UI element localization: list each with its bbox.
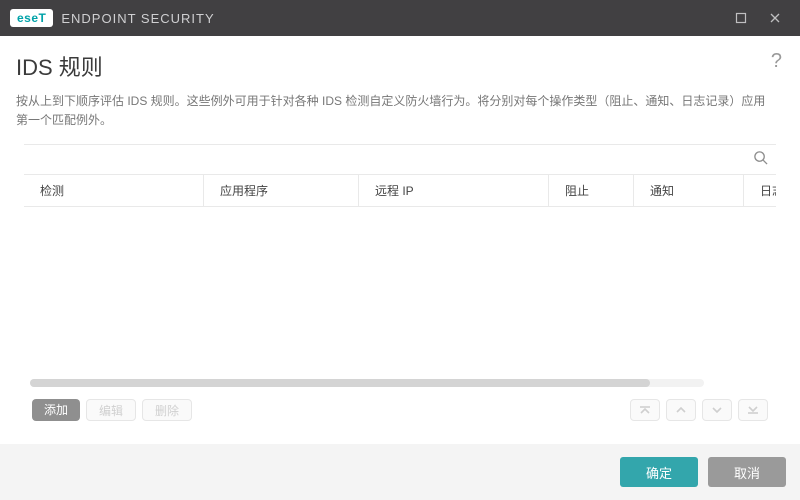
content-area: IDS 规则 ? 按从上到下顺序评估 IDS 规则。这些例外可用于针对各种 ID… <box>0 36 800 435</box>
title-bar: eseT ENDPOINT SECURITY <box>0 0 800 36</box>
move-top-button <box>630 399 660 421</box>
move-bottom-button <box>738 399 768 421</box>
column-header-block[interactable]: 阻止 <box>549 175 634 206</box>
chevron-up-icon <box>674 404 688 416</box>
chevron-top-icon <box>638 404 652 416</box>
column-header-remote-ip[interactable]: 远程 IP <box>359 175 549 206</box>
brand-text: ENDPOINT SECURITY <box>61 11 214 26</box>
rules-panel: 检测 应用程序 远程 IP 阻止 通知 日志 添加 编辑 删除 <box>24 144 776 435</box>
scrollbar-thumb[interactable] <box>30 379 650 387</box>
add-button[interactable]: 添加 <box>32 399 80 421</box>
chevron-down-icon <box>710 404 724 416</box>
move-up-button <box>666 399 696 421</box>
column-header-log[interactable]: 日志 <box>744 175 776 206</box>
page-title: IDS 规则 <box>16 50 784 82</box>
horizontal-scrollbar[interactable] <box>30 379 704 387</box>
chevron-bottom-icon <box>746 404 760 416</box>
column-header-notify[interactable]: 通知 <box>634 175 744 206</box>
maximize-icon <box>735 12 747 24</box>
table-header: 检测 应用程序 远程 IP 阻止 通知 日志 <box>24 175 776 207</box>
search-icon <box>753 150 768 165</box>
action-row: 添加 编辑 删除 <box>24 389 776 435</box>
help-button[interactable]: ? <box>771 50 782 73</box>
column-header-application[interactable]: 应用程序 <box>204 175 359 206</box>
ok-button[interactable]: 确定 <box>620 457 698 487</box>
column-header-detection[interactable]: 检测 <box>24 175 204 206</box>
edit-button: 编辑 <box>86 399 136 421</box>
search-row <box>24 145 776 175</box>
window-maximize-button[interactable] <box>724 0 758 36</box>
delete-button: 删除 <box>142 399 192 421</box>
close-icon <box>769 12 781 24</box>
search-button[interactable] <box>753 150 768 170</box>
move-down-button <box>702 399 732 421</box>
brand-badge: eseT <box>10 9 53 27</box>
page-description: 按从上到下顺序评估 IDS 规则。这些例外可用于针对各种 IDS 检测自定义防火… <box>16 92 784 130</box>
cancel-button[interactable]: 取消 <box>708 457 786 487</box>
window-close-button[interactable] <box>758 0 792 36</box>
dialog-footer: 确定 取消 <box>0 444 800 500</box>
table-body <box>24 207 776 389</box>
